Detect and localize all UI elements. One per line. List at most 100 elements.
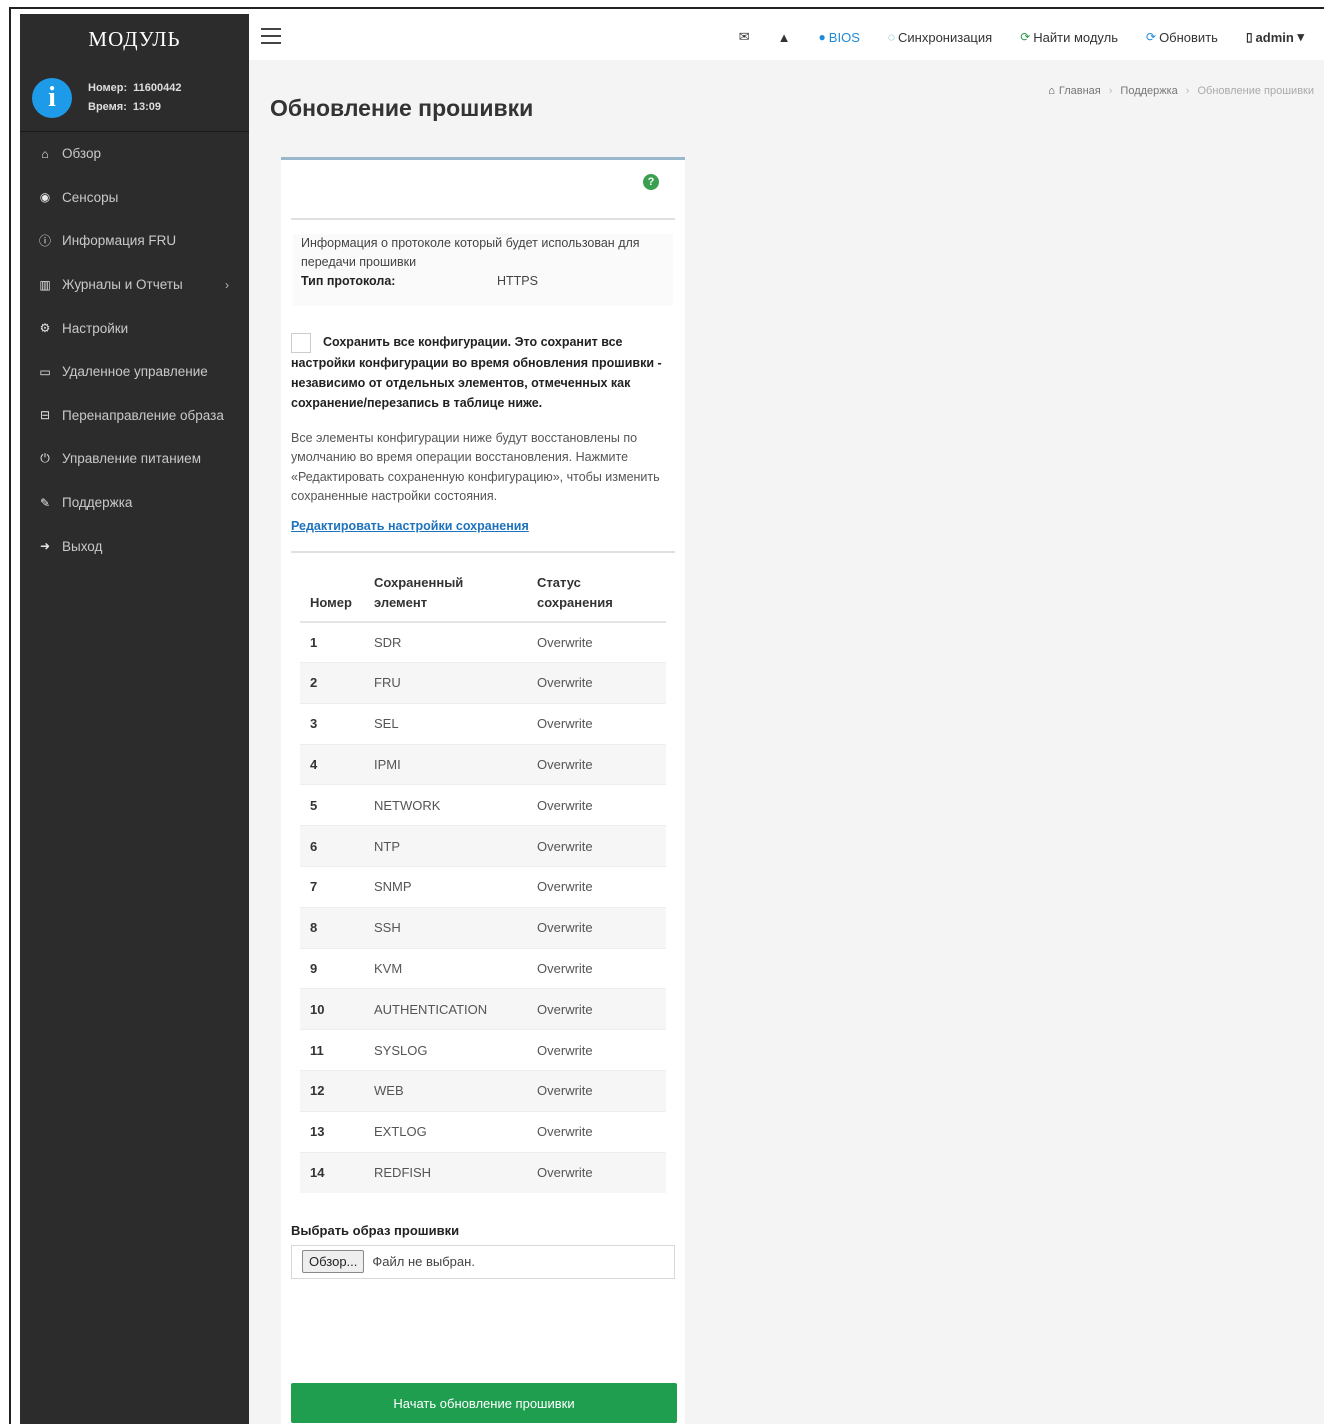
sidebar-item-remote-control[interactable]: ▭ Удаленное управление bbox=[20, 350, 249, 394]
protocol-type-label: Тип протокола: bbox=[301, 274, 396, 288]
power-icon: ⏻ bbox=[40, 451, 50, 466]
select-firmware-label: Выбрать образ прошивки bbox=[291, 1222, 460, 1238]
table-row: 13 EXTLOG Overwrite bbox=[300, 1110, 666, 1153]
refresh-label: Обновить bbox=[1159, 29, 1218, 45]
sidebar-item-label: Сенсоры bbox=[62, 189, 119, 205]
bios-button[interactable]: ● BIOS bbox=[819, 30, 860, 45]
protocol-info: Информация о протоколе который будет исп… bbox=[293, 234, 673, 306]
main-content: Обновление прошивки ⌂ Главная › Поддержк… bbox=[249, 60, 1324, 1424]
sidebar-item-label: Обзор bbox=[62, 146, 101, 162]
row-item: EXTLOG bbox=[364, 1110, 528, 1153]
sync-icon: ◌ bbox=[887, 30, 896, 44]
row-number: 2 bbox=[300, 662, 364, 704]
bios-icon: ● bbox=[818, 30, 826, 44]
row-item: SSH bbox=[364, 906, 528, 949]
hamburger-menu-icon[interactable] bbox=[261, 28, 281, 44]
breadcrumb-home[interactable]: Главная bbox=[1059, 85, 1101, 97]
row-number: 1 bbox=[300, 621, 364, 663]
screen: МОДУЛЬ i Номер: 11600442 Время: 13:09 ⌂ Обз… bbox=[0, 0, 1324, 1424]
user-info: Номер: 11600442 Время: 13:09 bbox=[88, 79, 182, 117]
sync-button[interactable]: ◌ Синхронизация bbox=[888, 30, 992, 45]
row-number: 13 bbox=[300, 1110, 364, 1153]
home-icon: ⌂ bbox=[1048, 85, 1055, 97]
sidebar-item-fru[interactable]: ⓘ Информация FRU bbox=[20, 219, 249, 263]
table-row: 1 SDR Overwrite bbox=[300, 621, 666, 663]
browse-button[interactable]: Обзор... bbox=[302, 1250, 365, 1274]
firmware-update-panel: ? Информация о протоколе который будет и… bbox=[281, 157, 685, 1424]
sidebar-item-label: Поддержка bbox=[62, 495, 133, 511]
table-row: 6 NTP Overwrite bbox=[300, 825, 666, 867]
sidebar-item-label: Удаленное управление bbox=[62, 364, 208, 380]
monitor-icon: ▭ bbox=[39, 364, 51, 379]
mail-icon: ✉ bbox=[738, 29, 750, 44]
row-status: Overwrite bbox=[527, 784, 666, 826]
sidebar-item-logs[interactable]: ▥ Журналы и Отчеты › bbox=[20, 263, 249, 307]
panel-header: ? bbox=[291, 160, 675, 220]
top-nav: ✉ ▲ ● BIOS ◌ Синхронизация ⟳ Найти модуль ⟳… bbox=[711, 14, 1304, 60]
breadcrumb-separator: › bbox=[1185, 85, 1190, 97]
user-menu[interactable]: ▯ admin ▾ bbox=[1246, 29, 1304, 45]
table-row: 8 SSH Overwrite bbox=[300, 906, 666, 949]
time-label: Время: bbox=[88, 100, 127, 113]
table-row: 5 NETWORK Overwrite bbox=[300, 784, 666, 826]
sidebar-item-settings[interactable]: ⚙ Настройки bbox=[20, 306, 249, 350]
preserve-all-option: Сохранить все конфигурации. Это сохранит… bbox=[291, 332, 675, 413]
column-header-number: Номер bbox=[300, 566, 364, 623]
sidebar-item-sensors[interactable]: ◉ Сенсоры bbox=[20, 176, 249, 220]
refresh-icon: ⟳ bbox=[1020, 30, 1031, 44]
row-status: Overwrite bbox=[527, 621, 666, 663]
sidebar-item-support[interactable]: ✎ Поддержка bbox=[20, 481, 249, 525]
sidebar-item-label: Управление питанием bbox=[62, 451, 201, 467]
alerts-button[interactable]: ▲ bbox=[778, 30, 791, 45]
row-status: Overwrite bbox=[527, 988, 666, 1030]
sync-label: Синхронизация bbox=[898, 29, 993, 45]
wrench-icon: ✎ bbox=[39, 495, 51, 510]
page-title: Обновление прошивки bbox=[270, 95, 534, 121]
edit-preserve-settings-link[interactable]: Редактировать настройки сохранения bbox=[291, 519, 675, 533]
protocol-type-value: HTTPS bbox=[497, 274, 538, 288]
messages-button[interactable]: ✉ bbox=[739, 29, 750, 45]
sidebar-item-label: Настройки bbox=[62, 320, 129, 336]
row-status: Overwrite bbox=[527, 906, 666, 949]
sidebar-item-media-redirect[interactable]: ⊟ Перенаправление образа bbox=[20, 394, 249, 438]
refresh-button[interactable]: ⟳ Обновить bbox=[1146, 30, 1218, 45]
sidebar-item-logout[interactable]: ➜ Выход bbox=[20, 524, 249, 568]
home-icon: ⌂ bbox=[41, 146, 49, 161]
table-row: 2 FRU Overwrite bbox=[300, 662, 666, 704]
help-icon[interactable]: ? bbox=[643, 174, 659, 190]
chart-icon: ▥ bbox=[39, 277, 51, 292]
row-number: 8 bbox=[300, 906, 364, 949]
find-module-button[interactable]: ⟳ Найти модуль bbox=[1020, 30, 1118, 45]
user-name: admin bbox=[1255, 29, 1294, 45]
top-bar: ✉ ▲ ● BIOS ◌ Синхронизация ⟳ Найти модуль ⟳… bbox=[249, 14, 1324, 60]
start-firmware-update-button[interactable]: Начать обновление прошивки bbox=[291, 1383, 677, 1423]
row-status: Overwrite bbox=[527, 1029, 666, 1071]
row-item: IPMI bbox=[364, 743, 528, 785]
firmware-file-input[interactable]: Обзор... Файл не выбран. bbox=[291, 1244, 675, 1279]
row-status: Overwrite bbox=[527, 825, 666, 867]
brand-logo[interactable]: МОДУЛЬ bbox=[20, 14, 249, 64]
table-row: 10 AUTHENTICATION Overwrite bbox=[300, 988, 666, 1030]
column-header-status: Статус сохранения bbox=[527, 566, 666, 623]
row-number: 14 bbox=[300, 1151, 364, 1193]
preserve-all-checkbox[interactable] bbox=[291, 332, 311, 353]
row-item: KVM bbox=[364, 947, 528, 989]
table-row: 11 SYSLOG Overwrite bbox=[300, 1029, 666, 1071]
gear-icon: ⚙ bbox=[39, 321, 51, 336]
find-module-label: Найти модуль bbox=[1033, 29, 1118, 45]
no-file-text: Файл не выбран. bbox=[372, 1254, 475, 1270]
row-number: 7 bbox=[300, 865, 364, 908]
row-item: WEB bbox=[364, 1069, 528, 1112]
user-panel: i Номер: 11600442 Время: 13:09 bbox=[20, 64, 249, 132]
row-number: 6 bbox=[300, 825, 364, 867]
sidebar-nav: ⌂ Обзор ◉ Сенсоры ⓘ Информация FRU ▥ Журналы… bbox=[20, 132, 249, 568]
sidebar-item-power[interactable]: ⏻ Управление питанием bbox=[20, 437, 249, 481]
reload-icon: ⟳ bbox=[1146, 30, 1157, 44]
breadcrumb-support[interactable]: Поддержка bbox=[1120, 85, 1177, 97]
sidebar-item-overview[interactable]: ⌂ Обзор bbox=[20, 132, 249, 176]
row-item: FRU bbox=[364, 662, 528, 704]
sidebar: МОДУЛЬ i Номер: 11600442 Время: 13:09 ⌂ Обз… bbox=[20, 14, 249, 1424]
row-item: SYSLOG bbox=[364, 1029, 528, 1071]
row-status: Overwrite bbox=[527, 662, 666, 704]
preserve-all-text: Сохранить все конфигурации. Это сохранит… bbox=[291, 335, 662, 410]
